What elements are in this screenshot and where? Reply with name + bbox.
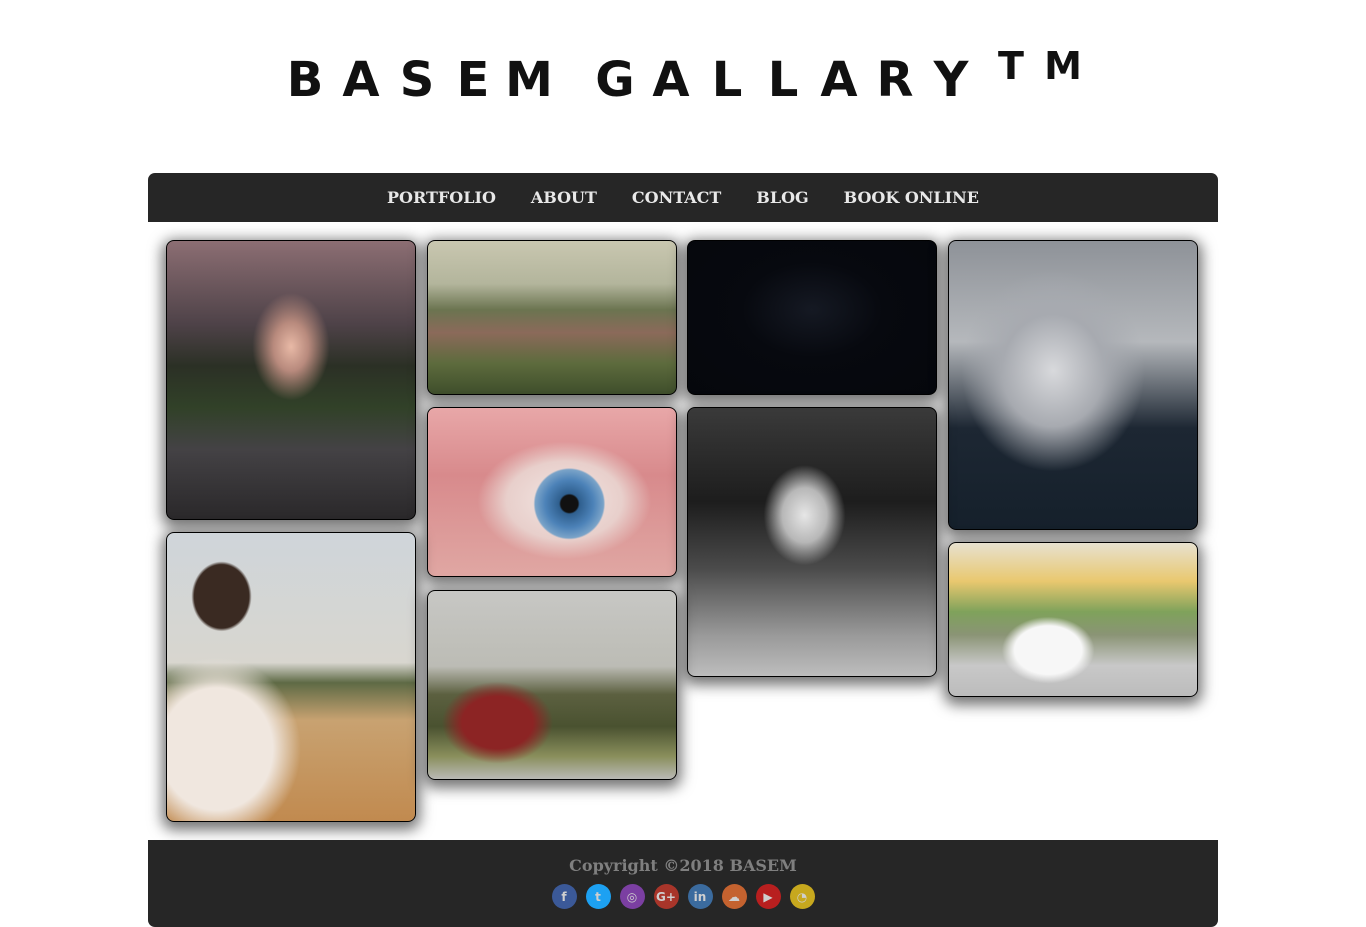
nav-portfolio[interactable]: PORTFOLIO [387, 188, 496, 207]
facebook-icon[interactable]: f [551, 884, 577, 909]
site-title: BASEM GALLARY TM [0, 44, 1366, 108]
title-letter: A [820, 52, 858, 108]
nav-blog[interactable]: BLOG [756, 188, 808, 207]
photo-arched-corridor[interactable] [687, 407, 937, 677]
title-word-gallary: GALLARY [587, 52, 979, 108]
twitter-icon[interactable]: t [585, 884, 611, 909]
copyright-text: Copyright ©2018 BASEM [569, 856, 797, 875]
title-letter: Y [933, 52, 969, 108]
photo-citadel-view[interactable] [427, 240, 677, 395]
instagram-icon[interactable]: ◎ [619, 884, 645, 909]
nav-about[interactable]: ABOUT [531, 188, 597, 207]
main-nav: PORTFOLIO ABOUT CONTACT BLOG BOOK ONLINE [148, 173, 1218, 222]
photo-blue-eye[interactable] [427, 407, 677, 577]
photo-park-path[interactable] [166, 240, 416, 520]
title-letter: E [456, 52, 490, 108]
title-letter: G [595, 52, 635, 108]
nav-contact[interactable]: CONTACT [632, 188, 721, 207]
title-letter: M [505, 52, 553, 108]
title-letter: L [767, 52, 799, 108]
photo-smoke-portrait[interactable] [948, 240, 1198, 530]
google-plus-icon[interactable]: G+ [653, 884, 679, 909]
site-footer: Copyright ©2018 BASEM f t ◎ G+ in ☁ ▶ ◔ [148, 840, 1218, 927]
youtube-icon[interactable]: ▶ [755, 884, 781, 909]
photo-black-cat[interactable] [687, 240, 937, 395]
photo-man-sitting-hill[interactable] [427, 590, 677, 780]
snapchat-icon[interactable]: ◔ [789, 884, 815, 909]
photo-white-car-street[interactable] [948, 542, 1198, 697]
nav-book-online[interactable]: BOOK ONLINE [844, 188, 979, 207]
trademark-mark: TM [998, 44, 1082, 88]
title-letter: S [399, 52, 435, 108]
photo-man-looking-away[interactable] [166, 532, 416, 822]
title-letter: L [711, 52, 743, 108]
title-letter: A [652, 52, 690, 108]
title-letter: R [876, 52, 914, 108]
title-word-basem: BASEM [277, 52, 557, 108]
title-letter: B [286, 52, 324, 108]
social-links: f t ◎ G+ in ☁ ▶ ◔ [148, 884, 1218, 909]
title-letter: A [342, 52, 380, 108]
soundcloud-icon[interactable]: ☁ [721, 884, 747, 909]
linkedin-icon[interactable]: in [687, 884, 713, 909]
